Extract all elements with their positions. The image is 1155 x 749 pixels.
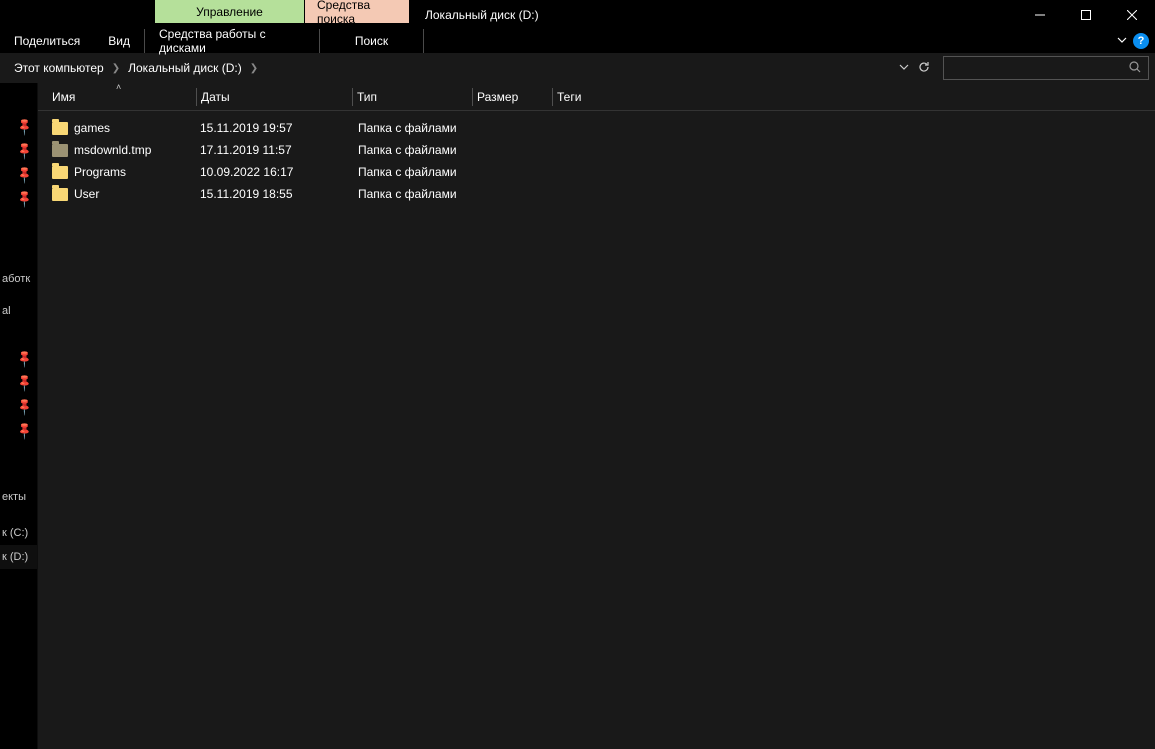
minimize-button[interactable]: [1017, 0, 1063, 29]
list-item[interactable]: msdownld.tmp 17.11.2019 11:57 Папка с фа…: [38, 139, 1155, 161]
file-date: 15.11.2019 18:55: [200, 187, 358, 201]
folder-icon: [52, 166, 68, 179]
nav-item[interactable]: к (C:): [0, 521, 37, 545]
list-item[interactable]: User 15.11.2019 18:55 Папка с файлами: [38, 183, 1155, 205]
address-history-icon[interactable]: [899, 61, 909, 75]
address-bar[interactable]: Этот компьютер ❯ Локальный диск (D:) ❯: [6, 57, 935, 79]
column-header-tags[interactable]: Теги: [552, 88, 632, 106]
nav-item[interactable]: al: [0, 299, 37, 323]
file-view: Имя ˄ Даты Тип Размер Теги games 15.11.2…: [38, 83, 1155, 749]
ribbon-tab-view[interactable]: Вид: [94, 29, 145, 53]
file-type: Папка с файлами: [358, 143, 480, 157]
context-tab-manage[interactable]: Управление: [155, 0, 305, 23]
breadcrumb-root[interactable]: Этот компьютер: [10, 61, 108, 75]
ribbon-tabs: Поделиться Вид Средства работы с дисками…: [0, 29, 1155, 53]
column-header-label: Имя: [52, 90, 75, 104]
ribbon-tab-share[interactable]: Поделиться: [0, 29, 94, 53]
file-date: 15.11.2019 19:57: [200, 121, 358, 135]
window-title: Локальный диск (D:): [409, 0, 555, 29]
navigation-pane[interactable]: 📌 📌 📌 📌 аботк al 📌 📌 📌 📌 екты к (C:) к (…: [0, 83, 38, 749]
file-name: msdownld.tmp: [74, 143, 151, 157]
search-input[interactable]: [950, 61, 1128, 75]
context-tab-search-tools[interactable]: Средства поиска: [305, 0, 409, 23]
file-type: Папка с файлами: [358, 121, 480, 135]
list-item[interactable]: Programs 10.09.2022 16:17 Папка с файлам…: [38, 161, 1155, 183]
file-date: 17.11.2019 11:57: [200, 143, 358, 157]
list-item[interactable]: games 15.11.2019 19:57 Папка с файлами: [38, 117, 1155, 139]
nav-item[interactable]: екты: [0, 485, 37, 509]
breadcrumb-current[interactable]: Локальный диск (D:): [124, 61, 246, 75]
file-type: Папка с файлами: [358, 187, 480, 201]
breadcrumb-sep-icon[interactable]: ❯: [108, 63, 124, 74]
ribbon-tab-search[interactable]: Поиск: [320, 29, 424, 53]
close-button[interactable]: [1109, 0, 1155, 29]
folder-icon: [52, 144, 68, 157]
column-header-type[interactable]: Тип: [352, 88, 472, 106]
file-name: User: [74, 187, 99, 201]
refresh-icon[interactable]: [917, 60, 931, 77]
titlebar: Управление Средства поиска Локальный дис…: [0, 0, 1155, 29]
search-icon[interactable]: [1128, 60, 1142, 77]
nav-item-selected[interactable]: к (D:): [0, 545, 37, 569]
file-date: 10.09.2022 16:17: [200, 165, 358, 179]
folder-icon: [52, 122, 68, 135]
file-name: Programs: [74, 165, 126, 179]
column-header-size[interactable]: Размер: [472, 88, 552, 106]
column-headers: Имя ˄ Даты Тип Размер Теги: [38, 83, 1155, 111]
search-box[interactable]: [943, 56, 1149, 80]
help-button[interactable]: ?: [1133, 33, 1149, 49]
column-header-name[interactable]: Имя ˄: [52, 88, 196, 106]
folder-icon: [52, 188, 68, 201]
ribbon-expand-icon[interactable]: [1117, 34, 1127, 48]
address-row: Этот компьютер ❯ Локальный диск (D:) ❯: [0, 53, 1155, 83]
file-type: Папка с файлами: [358, 165, 480, 179]
breadcrumb-sep-icon[interactable]: ❯: [246, 63, 262, 74]
column-header-date[interactable]: Даты: [196, 88, 352, 106]
nav-item[interactable]: аботк: [0, 267, 37, 291]
file-list[interactable]: games 15.11.2019 19:57 Папка с файлами m…: [38, 111, 1155, 749]
sort-ascending-icon: ˄: [116, 82, 121, 92]
file-name: games: [74, 121, 110, 135]
ribbon-tab-drive-tools[interactable]: Средства работы с дисками: [145, 29, 320, 53]
maximize-button[interactable]: [1063, 0, 1109, 29]
